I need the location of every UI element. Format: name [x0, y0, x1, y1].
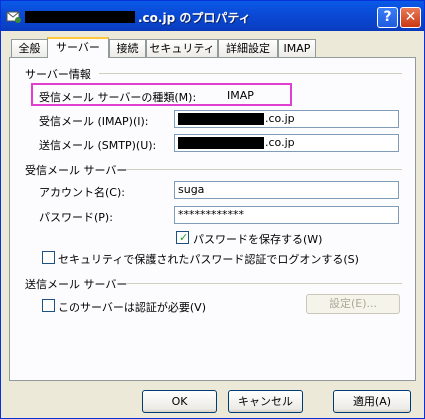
redacted-host: [178, 137, 264, 149]
smtp-auth-label[interactable]: このサーバーは認証が必要(V): [58, 299, 206, 315]
apply-button[interactable]: 適用(A): [333, 390, 411, 413]
section-server-info: サーバー情報: [25, 68, 91, 81]
help-button[interactable]: ?: [377, 7, 398, 28]
mail-account-icon: [6, 11, 21, 23]
smtp-server-input[interactable]: .co.jp: [174, 134, 399, 152]
cancel-button[interactable]: キャンセル: [228, 390, 303, 413]
save-password-label[interactable]: パスワードを保存する(W): [193, 231, 322, 247]
smtp-server-domain: .co.jp: [265, 136, 295, 149]
tab-server[interactable]: サーバー: [47, 37, 109, 58]
smtp-server-label: 送信メール (SMTP)(U):: [39, 139, 157, 152]
tab-security[interactable]: セキュリティ: [146, 39, 218, 57]
smtp-auth-checkbox[interactable]: [42, 299, 55, 312]
check-icon: ✓: [179, 231, 189, 244]
imap-server-label: 受信メール (IMAP)(I):: [39, 115, 149, 128]
account-name-label: アカウント名(C):: [39, 186, 125, 199]
section-outgoing: 送信メール サーバー: [25, 278, 128, 291]
tab-connection[interactable]: 接続: [109, 39, 146, 57]
tab-imap[interactable]: IMAP: [278, 39, 316, 57]
properties-dialog: .co.jp のプロパティ ? ✕ 全般 サーバー 接続 セキュリティ 詳細設定…: [0, 0, 425, 419]
divider: [127, 169, 402, 170]
password-input[interactable]: ************: [174, 206, 399, 224]
imap-server-domain: .co.jp: [265, 112, 295, 125]
secure-auth-label[interactable]: セキュリティで保護されたパスワード認証でログオンする(S): [58, 251, 359, 267]
password-label: パスワード(P):: [39, 211, 113, 224]
title-bar[interactable]: .co.jp のプロパティ ? ✕: [1, 1, 424, 31]
close-button[interactable]: ✕: [400, 7, 421, 28]
secure-auth-checkbox[interactable]: [42, 251, 55, 264]
settings-button[interactable]: 設定(E)...: [306, 294, 400, 314]
section-incoming: 受信メール サーバー: [25, 164, 128, 177]
imap-server-input[interactable]: .co.jp: [174, 110, 399, 128]
redacted-domain: [25, 11, 135, 23]
window-title: .co.jp のプロパティ: [138, 11, 251, 25]
divider: [99, 73, 402, 74]
save-password-checkbox[interactable]: ✓: [176, 231, 189, 244]
divider: [127, 283, 402, 284]
ok-button[interactable]: OK: [142, 390, 217, 413]
server-type-value: IMAP: [227, 89, 254, 102]
tab-advanced[interactable]: 詳細設定: [218, 39, 278, 57]
account-name-input[interactable]: suga: [174, 181, 399, 199]
redacted-host: [178, 113, 264, 125]
tab-general[interactable]: 全般: [11, 39, 48, 57]
server-type-label: 受信メール サーバーの種類(M):: [39, 91, 197, 104]
